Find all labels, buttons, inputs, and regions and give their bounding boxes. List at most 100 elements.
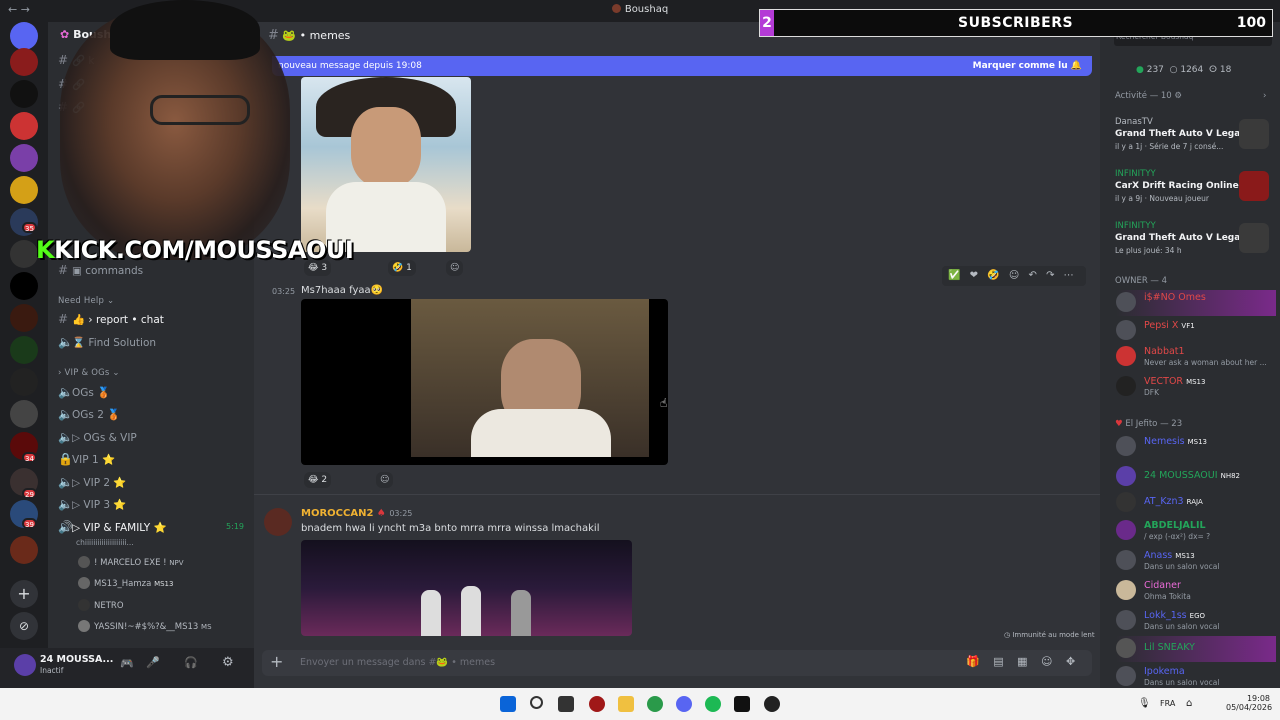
attach-plus-icon[interactable]: + bbox=[270, 652, 283, 671]
more-icon[interactable]: ⋯ bbox=[1064, 270, 1074, 281]
terminal-icon[interactable] bbox=[734, 696, 750, 712]
member-item[interactable]: Cidaner Ohma Tokita bbox=[1116, 578, 1276, 604]
member-item[interactable]: Ipokema Dans un salon vocal bbox=[1116, 664, 1276, 690]
heart-icon[interactable]: ❤ bbox=[970, 270, 978, 281]
member-item[interactable]: Nemesis MS13 bbox=[1116, 434, 1276, 460]
reaction[interactable]: 😂 2 bbox=[304, 472, 332, 488]
voice-user[interactable]: MS13_Hamza MS13 bbox=[78, 577, 173, 589]
voice-channel-active[interactable]: 🔊▷ VIP & FAMILY ⭐ 5:19 bbox=[58, 517, 248, 537]
spotify-icon[interactable] bbox=[705, 696, 721, 712]
gif-icon[interactable]: ▤ bbox=[993, 655, 1003, 668]
activity-card[interactable]: INFINITYY CarX Drift Racing Online il y … bbox=[1115, 169, 1275, 213]
server-icon[interactable] bbox=[10, 368, 38, 396]
member-name: 24 MOUSSAOUI bbox=[1144, 470, 1218, 481]
member-item[interactable]: ABDELJALIL / exp (-αx²) dx= ? bbox=[1116, 518, 1276, 544]
network-icon[interactable]: ⌂ bbox=[1186, 698, 1192, 709]
member-item[interactable]: Anass MS13 Dans un salon vocal bbox=[1116, 548, 1276, 574]
discover-icon[interactable]: ⊘ bbox=[10, 612, 38, 640]
avatar[interactable] bbox=[264, 508, 292, 536]
voice-user[interactable]: YASSIN!~#$%?&__MS13 MS bbox=[78, 620, 212, 632]
apps-icon[interactable]: ✥ bbox=[1066, 655, 1075, 668]
search-icon[interactable] bbox=[530, 696, 543, 709]
member-item[interactable]: i$#NO Omes bbox=[1116, 290, 1276, 316]
voice-channel[interactable]: 🔈▷ OGs & VIP bbox=[58, 427, 248, 447]
server-icon[interactable] bbox=[10, 272, 38, 300]
voice-user-name: NETRO bbox=[94, 601, 124, 611]
member-item[interactable]: Lil SNEAKY bbox=[1116, 636, 1276, 662]
nav-arrows[interactable]: ← → bbox=[8, 3, 30, 16]
obs-icon[interactable] bbox=[764, 696, 780, 712]
sticker-icon[interactable]: ▦ bbox=[1017, 655, 1027, 668]
hourglass-icon: ⌛ bbox=[72, 337, 89, 349]
app-icon[interactable] bbox=[589, 696, 605, 712]
server-icon[interactable] bbox=[10, 536, 38, 564]
server-icon-small bbox=[611, 4, 621, 13]
folder-icon[interactable] bbox=[618, 696, 634, 712]
message-composer[interactable]: + Envoyer un message dans #🐸 • memes 🎁 ▤… bbox=[262, 650, 1092, 676]
add-reaction-button[interactable]: ☺ bbox=[446, 260, 464, 276]
window-title: Boushaq bbox=[560, 4, 720, 15]
headphones-muted-icon[interactable]: 🎧 bbox=[184, 656, 198, 669]
forward-icon[interactable]: ↷ bbox=[1046, 270, 1054, 281]
speaker-icon: 🔈 bbox=[58, 407, 73, 421]
mark-read-button[interactable]: Marquer comme lu 🔔 bbox=[973, 56, 1082, 76]
voice-channel[interactable]: 🔈OGs 🥉 bbox=[58, 382, 248, 402]
member-item[interactable]: VECTOR MS13 DFK bbox=[1116, 374, 1276, 400]
windows-start-icon[interactable] bbox=[500, 696, 516, 712]
speaker-icon: 🔈 bbox=[58, 475, 73, 489]
task-view-icon[interactable] bbox=[558, 696, 574, 712]
message-time: 03:25 bbox=[272, 287, 296, 296]
video-attachment[interactable] bbox=[301, 299, 668, 465]
add-server-icon[interactable]: + bbox=[10, 580, 38, 608]
member-item[interactable]: Nabbat1 Never ask a woman about her ... bbox=[1116, 344, 1276, 370]
kick-url-overlay: KKICK.COM/MOUSSAOUI bbox=[36, 236, 354, 264]
server-icon[interactable] bbox=[10, 304, 38, 332]
speaker-icon: 🔈 bbox=[58, 385, 73, 399]
add-reaction-icon[interactable]: ☺ bbox=[1009, 270, 1019, 281]
avatar bbox=[1116, 346, 1136, 366]
server-icon[interactable] bbox=[10, 336, 38, 364]
emoji-icon[interactable]: ☺ bbox=[1041, 655, 1052, 668]
channel-report-chat[interactable]: # 👍 › report • chat bbox=[58, 309, 248, 329]
member-item[interactable]: 24 MOUSSAOUI NH82 bbox=[1116, 464, 1276, 490]
check-icon[interactable]: ✅ bbox=[948, 270, 960, 281]
avatar[interactable] bbox=[14, 654, 36, 676]
message-author[interactable]: MOROCCAN2 ♠ 03:25 bbox=[301, 508, 412, 519]
reply-icon[interactable]: ↶ bbox=[1028, 270, 1036, 281]
activity-header[interactable]: Activité — 10 ⚙ › bbox=[1115, 91, 1266, 101]
avatar bbox=[1116, 638, 1136, 658]
voice-channel[interactable]: 🔈▷ VIP 3 ⭐ bbox=[58, 494, 248, 514]
voice-channel[interactable]: 🔈OGs 2 🥉 bbox=[58, 404, 248, 424]
voice-user[interactable]: NETRO bbox=[78, 599, 124, 611]
chrome-icon[interactable] bbox=[647, 696, 663, 712]
reaction[interactable]: 🤣 1 bbox=[388, 260, 416, 276]
language-indicator[interactable]: FRA bbox=[1160, 699, 1175, 708]
video-attachment[interactable] bbox=[301, 540, 632, 636]
category-need-help[interactable]: Need Help ⌄ bbox=[58, 296, 114, 306]
category-label: Need Help bbox=[58, 296, 105, 306]
voice-channel-label: OGs 🥉 bbox=[72, 387, 111, 399]
member-item[interactable]: Pepsi X VF1 bbox=[1116, 318, 1276, 344]
activity-card[interactable]: INFINITYY Grand Theft Auto V Legacy Le p… bbox=[1115, 221, 1275, 265]
gamepad-icon[interactable]: 🎮 bbox=[120, 657, 134, 670]
mic-icon[interactable]: 🎙 bbox=[1138, 698, 1151, 709]
discord-icon[interactable] bbox=[676, 696, 692, 712]
member-tag: RAJA bbox=[1186, 498, 1203, 506]
category-vip[interactable]: › VIP & OGs ⌄ bbox=[58, 368, 120, 378]
member-status: / exp (-αx²) dx= ? bbox=[1144, 532, 1211, 541]
server-icon[interactable] bbox=[10, 400, 38, 428]
voice-user[interactable]: ! MARCELO EXE ! NPV bbox=[78, 556, 184, 568]
new-messages-bar[interactable]: nouveau message depuis 19:08 Marquer comm… bbox=[272, 56, 1092, 76]
laugh-icon[interactable]: 🤣 bbox=[987, 270, 999, 281]
activity-card[interactable]: DanasTV Grand Theft Auto V Legacy il y a… bbox=[1115, 117, 1275, 161]
gift-icon[interactable]: 🎁 bbox=[966, 655, 980, 668]
member-item[interactable]: Lokk_1ss EGO Dans un salon vocal bbox=[1116, 608, 1276, 634]
channel-find-solution[interactable]: 🔈⌛ Find Solution bbox=[58, 332, 248, 352]
gear-icon[interactable]: ⚙ bbox=[222, 655, 234, 670]
mic-muted-icon[interactable]: 🎤 bbox=[146, 656, 160, 669]
clock[interactable]: 19:08 05/04/2026 bbox=[1226, 694, 1272, 712]
voice-channel[interactable]: 🔒VIP 1 ⭐ bbox=[58, 449, 248, 469]
voice-channel[interactable]: 🔈▷ VIP 2 ⭐ bbox=[58, 472, 248, 492]
add-reaction-button[interactable]: ☺ bbox=[376, 472, 394, 488]
member-item[interactable]: AT_Kzn3 RAJA bbox=[1116, 490, 1276, 516]
